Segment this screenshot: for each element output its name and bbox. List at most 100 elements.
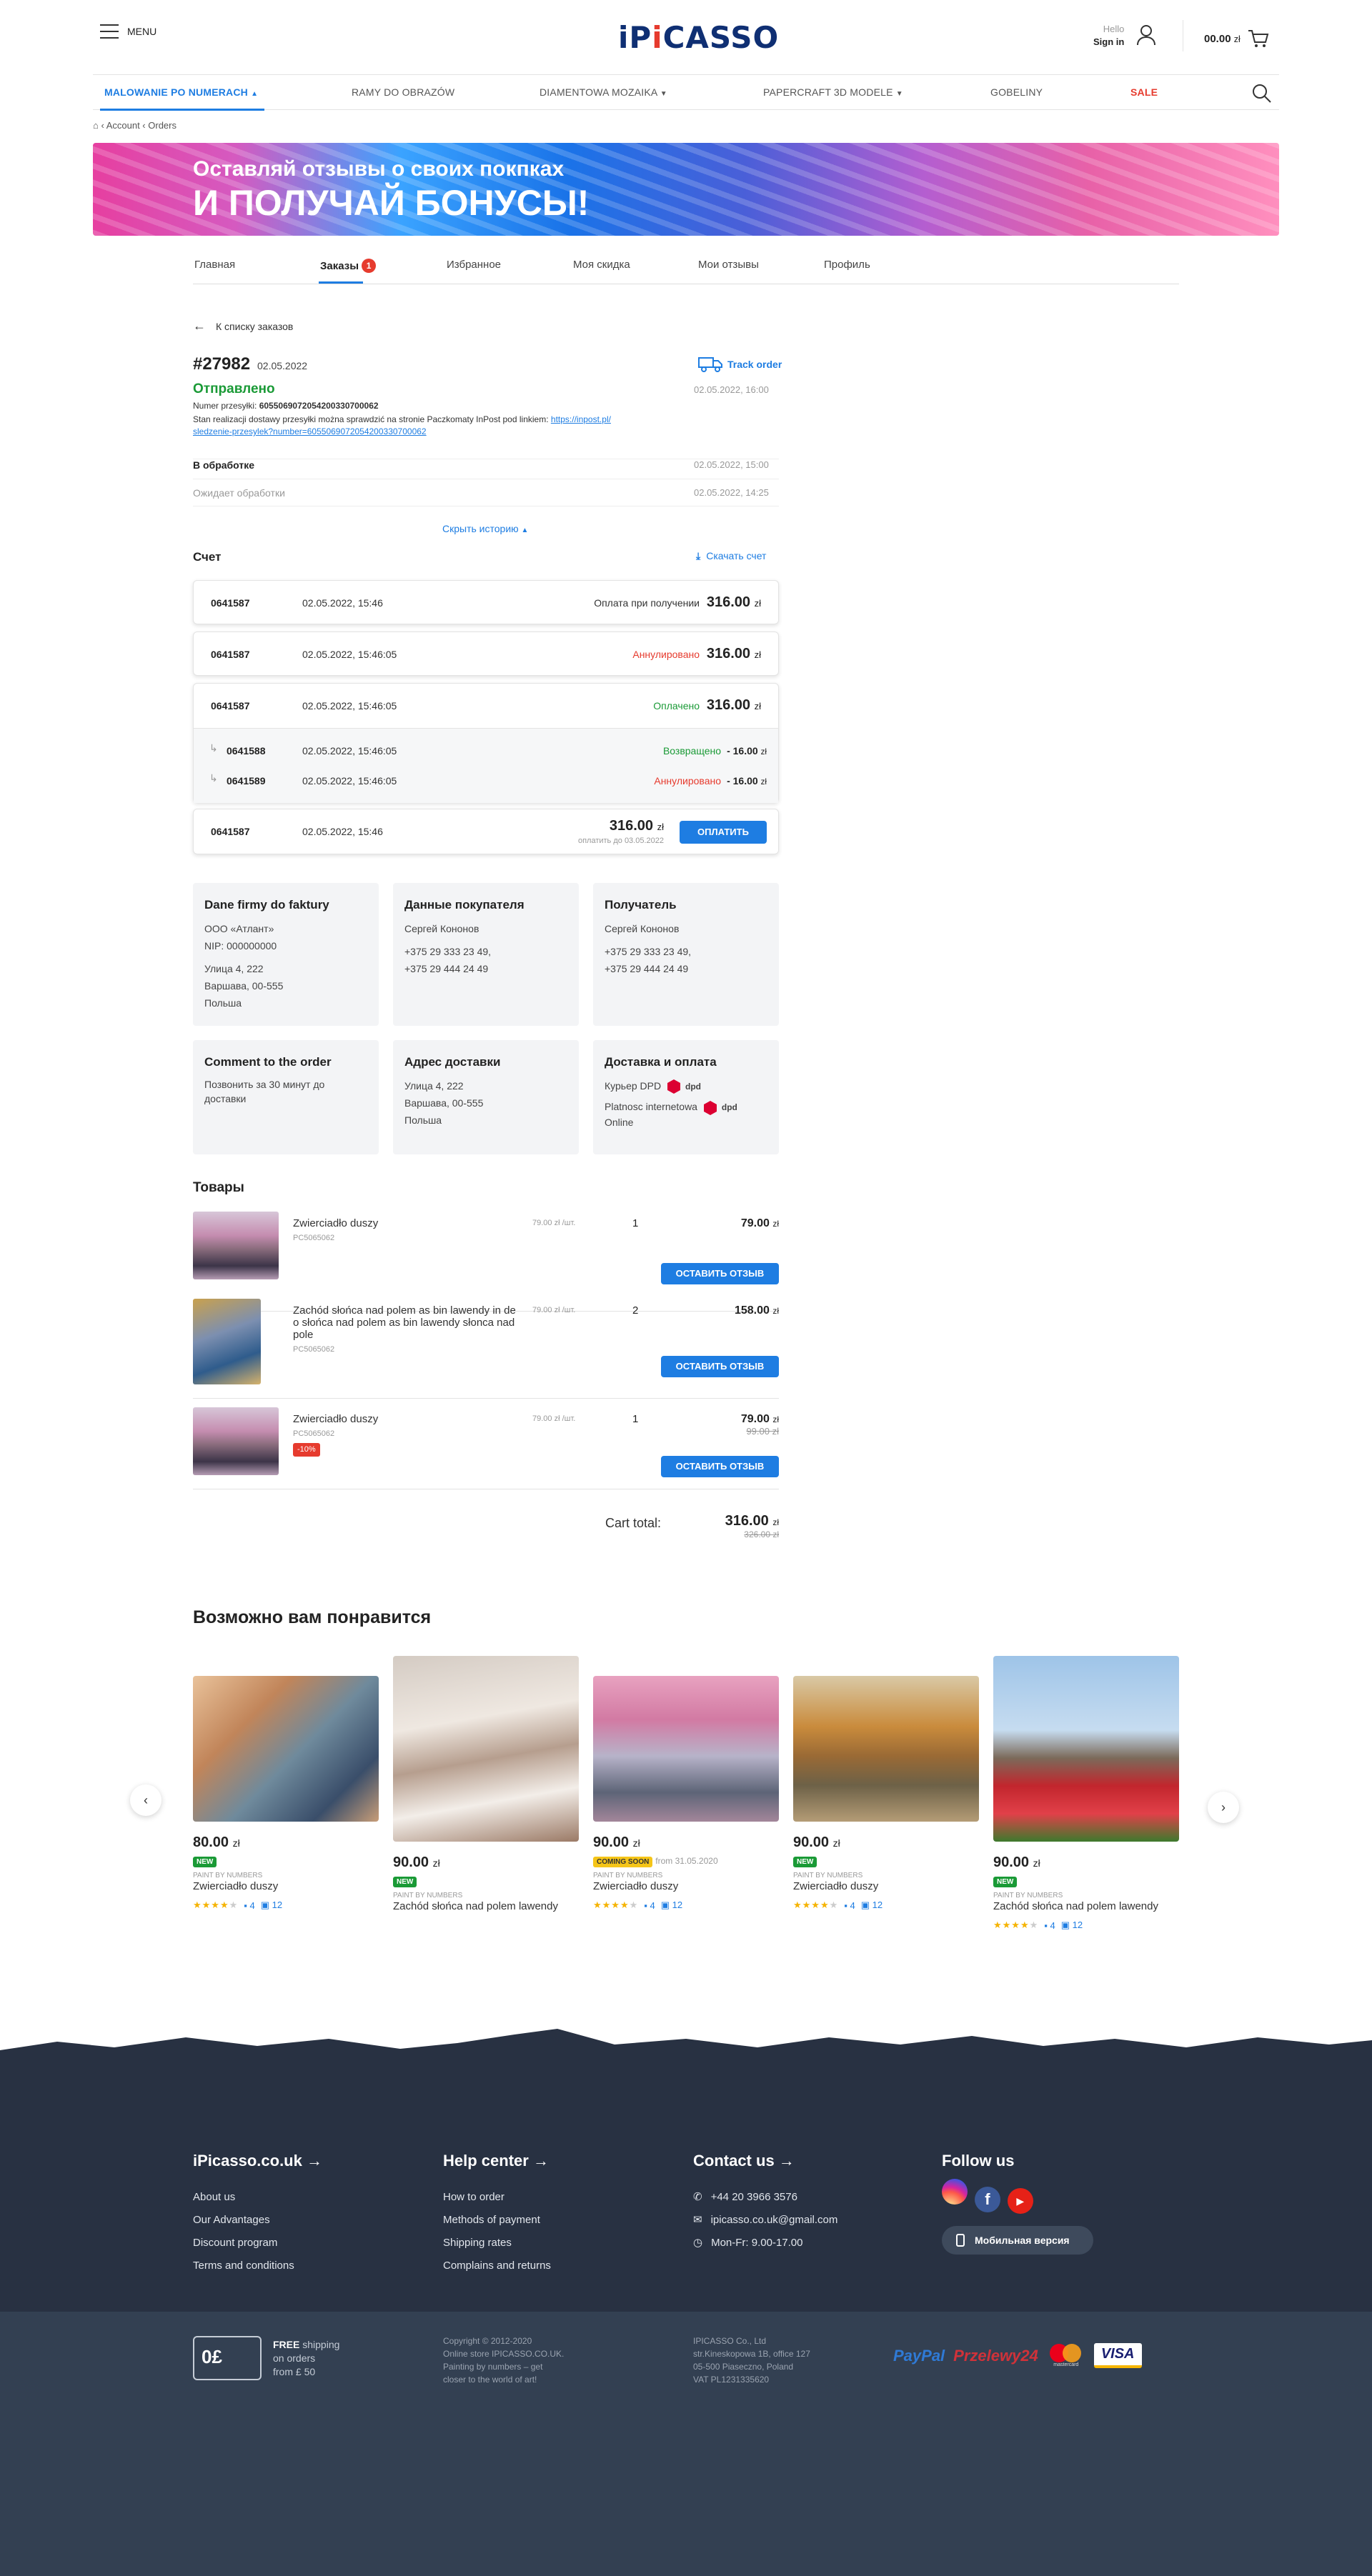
mobile-version-button[interactable]: Мобильная версия [942, 2226, 1093, 2255]
back-to-orders-link[interactable]: ← К списку заказов [193, 319, 293, 334]
phone-device-icon [956, 2234, 965, 2247]
dpd-logo-icon [703, 1100, 717, 1115]
mastercard-logo: mastercard [1047, 2343, 1085, 2368]
product-image[interactable] [193, 1676, 379, 1822]
product-name[interactable]: Zwierciadło duszy [293, 1413, 378, 1425]
carousel-prev-button[interactable]: ‹ [130, 1784, 161, 1816]
orders-badge: 1 [362, 259, 377, 273]
cart-button[interactable]: 00.00 zł [1204, 29, 1269, 49]
tab-favorites[interactable]: Избранное [447, 259, 501, 271]
sign-in-link[interactable]: Hello Sign in [1093, 23, 1124, 49]
footer-link[interactable]: Terms and conditions [193, 2255, 294, 2277]
footer-link[interactable]: Discount program [193, 2232, 294, 2255]
phone-icon: ✆ [693, 2191, 702, 2203]
footer-link[interactable]: Methods of payment [443, 2209, 551, 2232]
main-nav: MALOWANIE PO NUMERACH ▲ RAMY DO OBRAZÓW … [93, 74, 1279, 111]
download-invoice-link[interactable]: ⤓ Скачать счет [696, 550, 766, 562]
product-image[interactable] [593, 1676, 779, 1822]
product-card[interactable]: 90.00 zł COMING SOON from 31.05.2020 PAI… [593, 1676, 779, 1911]
facebook-icon[interactable]: f [974, 2187, 1000, 2212]
nav-item-paint-by-numbers[interactable]: MALOWANIE PO NUMERACH ▲ [104, 86, 258, 98]
order-date: 02.05.2022 [257, 360, 308, 371]
carousel-next-button[interactable]: › [1208, 1792, 1239, 1823]
leave-review-button[interactable]: ОСТАВИТЬ ОТЗЫВ [661, 1356, 779, 1377]
product-name[interactable]: Zachód słońca nad polem as bin lawendy i… [293, 1304, 516, 1341]
promo-banner[interactable]: Оставляй отзывы о своих покпках И ПОЛУЧА… [93, 143, 1279, 236]
product-card[interactable]: 80.00 zł NEW PAINT BY NUMBERS Zwierciadł… [193, 1676, 379, 1911]
product-thumbnail[interactable] [193, 1212, 279, 1279]
menu-button[interactable]: MENU [100, 24, 156, 39]
hide-history-button[interactable]: Скрыть историю ▲ [442, 523, 528, 534]
invoice-row: 0641587 02.05.2022, 15:46 Оплата при пол… [193, 580, 779, 624]
tab-orders[interactable]: Заказы 1 [320, 259, 377, 273]
invoice-title: Счет [193, 550, 222, 564]
product-image[interactable] [793, 1676, 979, 1822]
footer-brush-edge [0, 2029, 1372, 2060]
recipient-card: Получатель Сергей Кононов +375 29 333 23 … [593, 883, 779, 1026]
order-item: Zwierciadło duszy PC5065062 79.00 zł /шт.… [193, 1212, 779, 1312]
nav-item-diamond-mosaic[interactable]: DIAMENTOWA MOZAIKA ▼ [540, 86, 667, 98]
tracking-link[interactable]: https://inpost.pl/ [551, 414, 611, 424]
leave-review-button[interactable]: ОСТАВИТЬ ОТЗЫВ [661, 1263, 779, 1284]
product-thumbnail[interactable] [193, 1299, 261, 1384]
footer-link[interactable]: How to order [443, 2186, 551, 2209]
product-name[interactable]: Zwierciadło duszy [293, 1217, 378, 1229]
user-icon[interactable] [1136, 24, 1156, 46]
home-icon[interactable]: ⌂ [93, 120, 99, 131]
youtube-icon[interactable]: ▶ [1007, 2188, 1033, 2214]
new-badge: NEW [193, 1857, 217, 1867]
footer-link[interactable]: About us [193, 2186, 294, 2209]
breadcrumb-account[interactable]: Account [106, 120, 140, 131]
tracking-link-cont[interactable]: sledzenie-przesylek?number=6055069072054… [193, 426, 427, 436]
delivery-card: Доставка и оплата Курьер DPD dpd Platnos… [593, 1040, 779, 1154]
product-card[interactable]: 90.00 zł NEW PAINT BY NUMBERS Zachód sło… [993, 1656, 1179, 1931]
leave-review-button[interactable]: ОСТАВИТЬ ОТЗЫВ [661, 1456, 779, 1477]
instagram-icon[interactable] [942, 2179, 968, 2205]
phone-link[interactable]: ✆ +44 20 3966 3576 [693, 2186, 837, 2209]
footer-col1-links: About us Our Advantages Discount program… [193, 2186, 294, 2277]
tab-profile[interactable]: Профиль [824, 259, 870, 271]
sign-in-text: Sign in [1093, 36, 1125, 47]
nav-item-sale[interactable]: SALE [1130, 86, 1158, 98]
paypal-logo: PayPal [893, 2346, 945, 2365]
product-image[interactable] [393, 1656, 579, 1842]
order-item: Zachód słońca nad polem as bin lawendy i… [193, 1299, 779, 1399]
footer-contacts: ✆ +44 20 3966 3576 ✉ ipicasso.co.uk@gmail.… [693, 2186, 837, 2255]
tab-discount[interactable]: Моя скидка [573, 259, 630, 271]
chevron-right-icon: › [1221, 1799, 1226, 1814]
footer-link[interactable]: Our Advantages [193, 2209, 294, 2232]
footer-link[interactable]: Complains and returns [443, 2255, 551, 2277]
sub-arrow-icon: ↳ [209, 772, 218, 784]
track-order-link[interactable]: Track order [697, 356, 782, 373]
tab-reviews[interactable]: Мои отзывы [698, 259, 759, 271]
comment-card: Comment to the order Позвонить за 30 мин… [193, 1040, 379, 1154]
logo[interactable]: iPiCASSO [618, 20, 779, 55]
product-thumbnail[interactable] [193, 1407, 279, 1475]
history-step-2-time: 02.05.2022, 14:25 [694, 487, 769, 498]
nav-item-papercraft[interactable]: PAPERCRAFT 3D MODELE ▼ [763, 86, 903, 98]
tab-home[interactable]: Главная [194, 259, 235, 271]
tracking-info: Stan realizacji dostawy przesyłki można … [193, 414, 611, 436]
comments-count: ▪ 4 [244, 1899, 255, 1911]
footer-help-title[interactable]: Help center → [443, 2152, 549, 2170]
footer-about-title[interactable]: iPicasso.co.uk → [193, 2152, 322, 2170]
hello-text: Hello [1103, 24, 1125, 34]
product-card[interactable]: 90.00 zł NEW PAINT BY NUMBERS Zwierciadł… [793, 1676, 979, 1911]
nav-item-tapestry[interactable]: GOBELINY [990, 86, 1043, 98]
search-icon[interactable] [1252, 84, 1272, 104]
buyer-card: Данные покупателя Сергей Кононов +375 29 … [393, 883, 579, 1026]
rating-stars-icon: ★★★★★ [593, 1899, 639, 1910]
cart-currency: zł [1233, 34, 1241, 44]
footer-link[interactable]: Shipping rates [443, 2232, 551, 2255]
product-card[interactable]: 90.00 zł NEW PAINT BY NUMBERS Zachód sło… [393, 1656, 579, 1914]
pay-button[interactable]: ОПЛАТИТЬ [680, 821, 767, 844]
order-status: Отправлено [193, 381, 275, 396]
email-link[interactable]: ✉ ipicasso.co.uk@gmail.com [693, 2209, 837, 2232]
account-tabs: Главная Заказы 1 Избранное Моя скидка Мои… [193, 257, 1179, 284]
history-step-1: В обработке [193, 459, 255, 471]
rating-stars-icon: ★★★★★ [993, 1919, 1039, 1930]
product-image[interactable] [993, 1656, 1179, 1842]
nav-item-frames[interactable]: RAMY DO OBRAZÓW [352, 86, 454, 98]
footer-contact-title[interactable]: Contact us → [693, 2152, 795, 2170]
breadcrumb-orders[interactable]: Orders [148, 120, 177, 131]
